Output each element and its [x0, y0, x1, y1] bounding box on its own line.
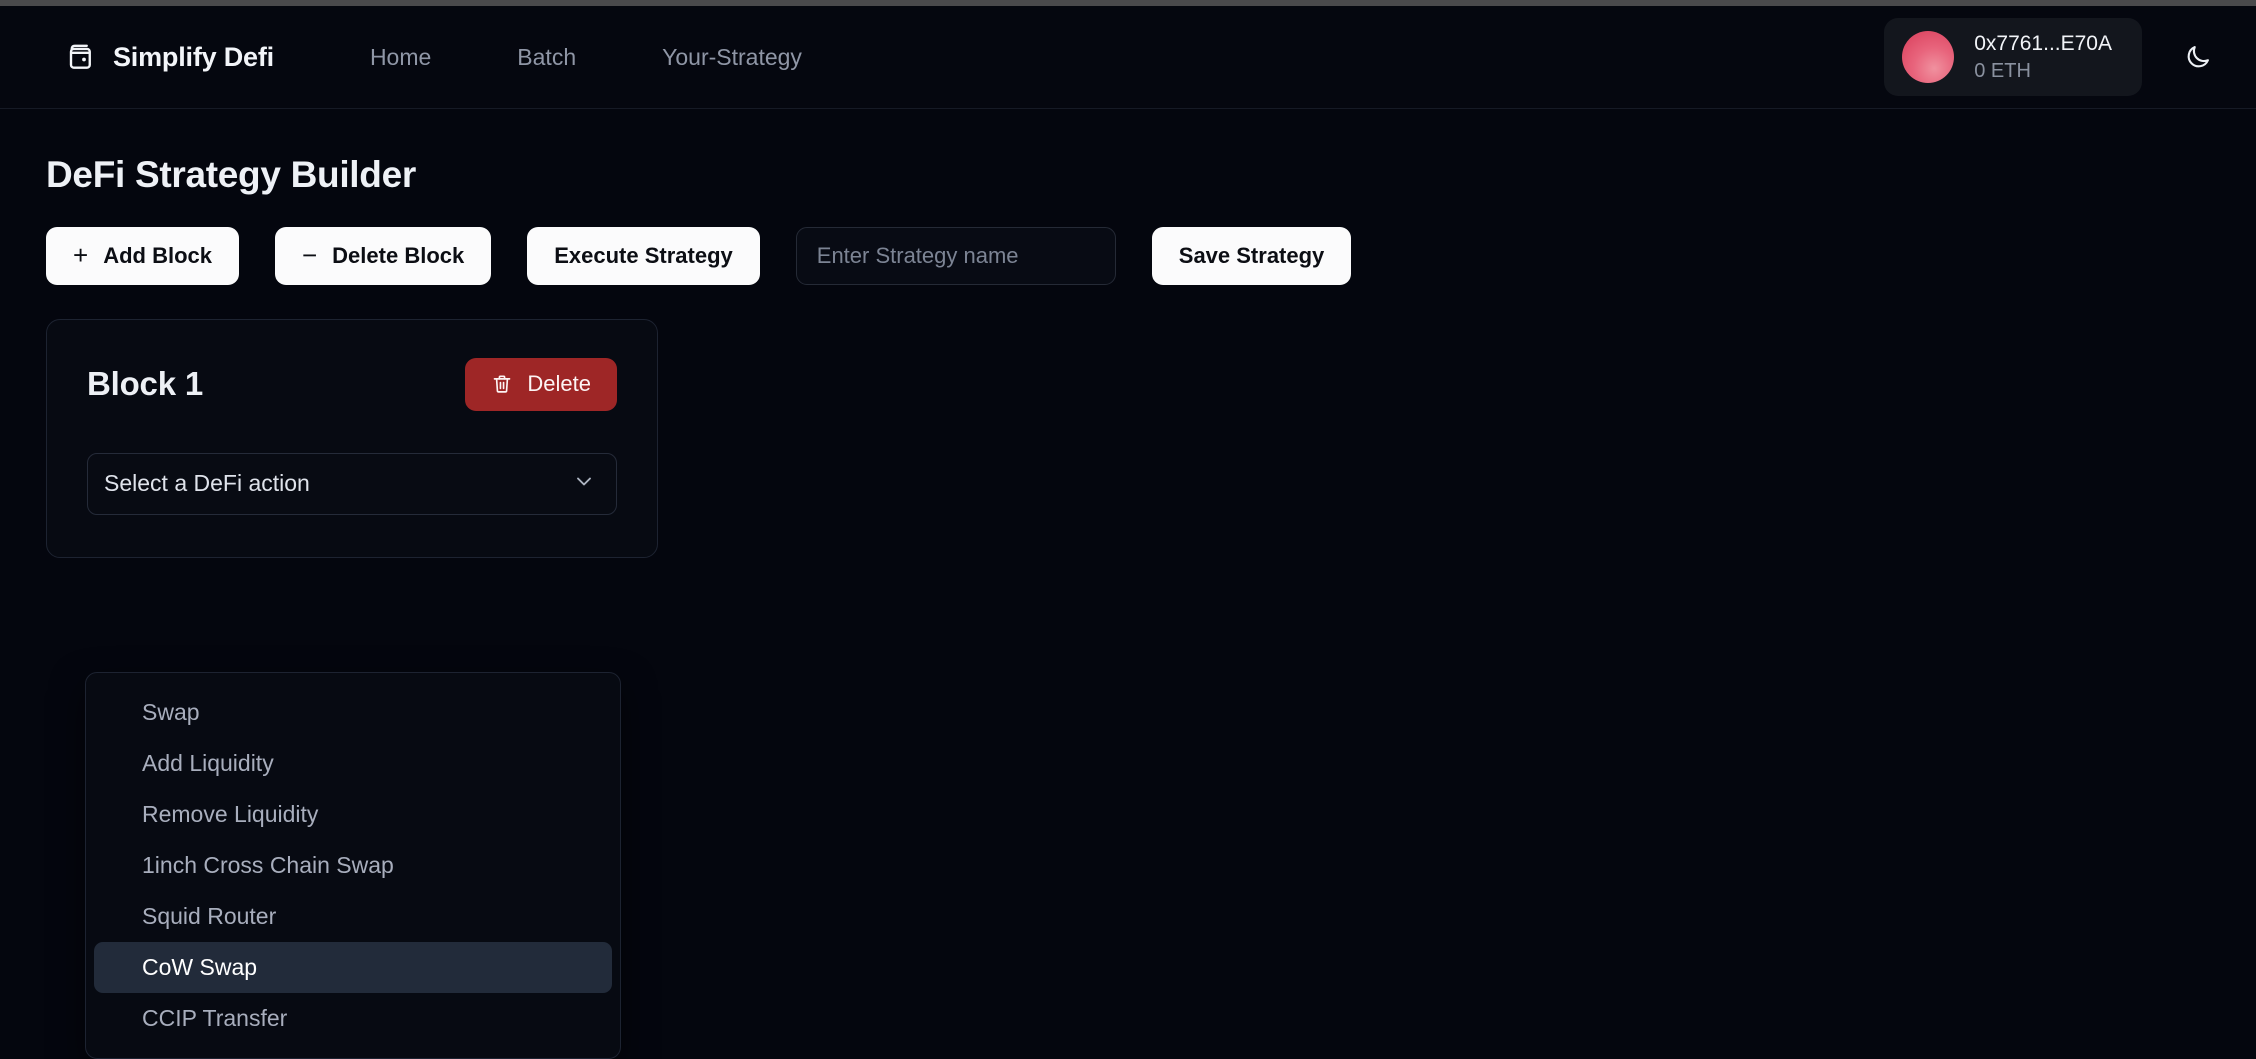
nav-item-batch[interactable]: Batch	[517, 34, 576, 81]
dropdown-option-add-liquidity[interactable]: Add Liquidity	[94, 738, 612, 789]
app-root: Simplify Defi Home Batch Your-Strategy 0…	[0, 6, 2256, 1059]
block-title: Block 1	[87, 365, 203, 403]
block-header: Block 1 Delete	[87, 357, 617, 411]
app-header: Simplify Defi Home Batch Your-Strategy 0…	[0, 6, 2256, 109]
block-card: Block 1 Delete Select a DeFi action	[46, 318, 658, 558]
dropdown-option-1inch-cross-chain-swap[interactable]: 1inch Cross Chain Swap	[94, 840, 612, 891]
execute-strategy-button[interactable]: Execute Strategy	[527, 226, 760, 285]
wallet-balance: 0 ETH	[1974, 59, 2031, 82]
defi-action-select[interactable]: Select a DeFi action	[87, 452, 617, 515]
add-block-button[interactable]: + Add Block	[46, 226, 239, 285]
strategy-name-input[interactable]	[795, 226, 1116, 285]
execute-strategy-label: Execute Strategy	[554, 242, 733, 268]
wallet-text: 0x7761...E70A 0 ETH	[1974, 32, 2112, 81]
trash-icon	[491, 373, 513, 395]
dropdown-option-cow-swap[interactable]: CoW Swap	[94, 942, 612, 993]
dropdown-option-swap[interactable]: Swap	[94, 687, 612, 738]
block-delete-button[interactable]: Delete	[465, 357, 617, 411]
moon-icon	[2184, 43, 2212, 71]
wallet-pill[interactable]: 0x7761...E70A 0 ETH	[1884, 18, 2142, 96]
add-block-label: Add Block	[103, 242, 212, 268]
plus-icon: +	[73, 239, 89, 270]
page-body: DeFi Strategy Builder + Add Block − Dele…	[0, 154, 2256, 1059]
brand-name: Simplify Defi	[113, 41, 274, 72]
wallet-address: 0x7761...E70A	[1974, 32, 2112, 56]
block-delete-label: Delete	[527, 371, 591, 397]
delete-block-button[interactable]: − Delete Block	[274, 226, 492, 285]
minus-icon: −	[301, 239, 318, 270]
save-strategy-label: Save Strategy	[1178, 242, 1325, 268]
toolbar: + Add Block − Delete Block Execute Strat…	[46, 226, 2210, 285]
brand[interactable]: Simplify Defi	[66, 42, 274, 73]
theme-toggle-button[interactable]	[2178, 37, 2218, 77]
page-title: DeFi Strategy Builder	[46, 154, 416, 195]
nav-item-home[interactable]: Home	[370, 34, 431, 81]
header-right: 0x7761...E70A 0 ETH	[1884, 18, 2218, 96]
main-nav: Home Batch Your-Strategy	[370, 34, 802, 81]
dropdown-option-ccip-transfer[interactable]: CCIP Transfer	[94, 993, 612, 1044]
nav-item-your-strategy[interactable]: Your-Strategy	[662, 34, 802, 81]
chevron-down-icon	[572, 469, 596, 498]
defi-action-dropdown: Swap Add Liquidity Remove Liquidity 1inc…	[85, 672, 621, 1059]
dropdown-option-remove-liquidity[interactable]: Remove Liquidity	[94, 789, 612, 840]
save-strategy-button[interactable]: Save Strategy	[1151, 226, 1352, 285]
wallet-icon	[66, 42, 96, 72]
defi-action-select-value: Select a DeFi action	[104, 470, 310, 497]
avatar	[1902, 31, 1955, 83]
delete-block-label: Delete Block	[332, 242, 465, 268]
dropdown-option-squid-router[interactable]: Squid Router	[94, 891, 612, 942]
